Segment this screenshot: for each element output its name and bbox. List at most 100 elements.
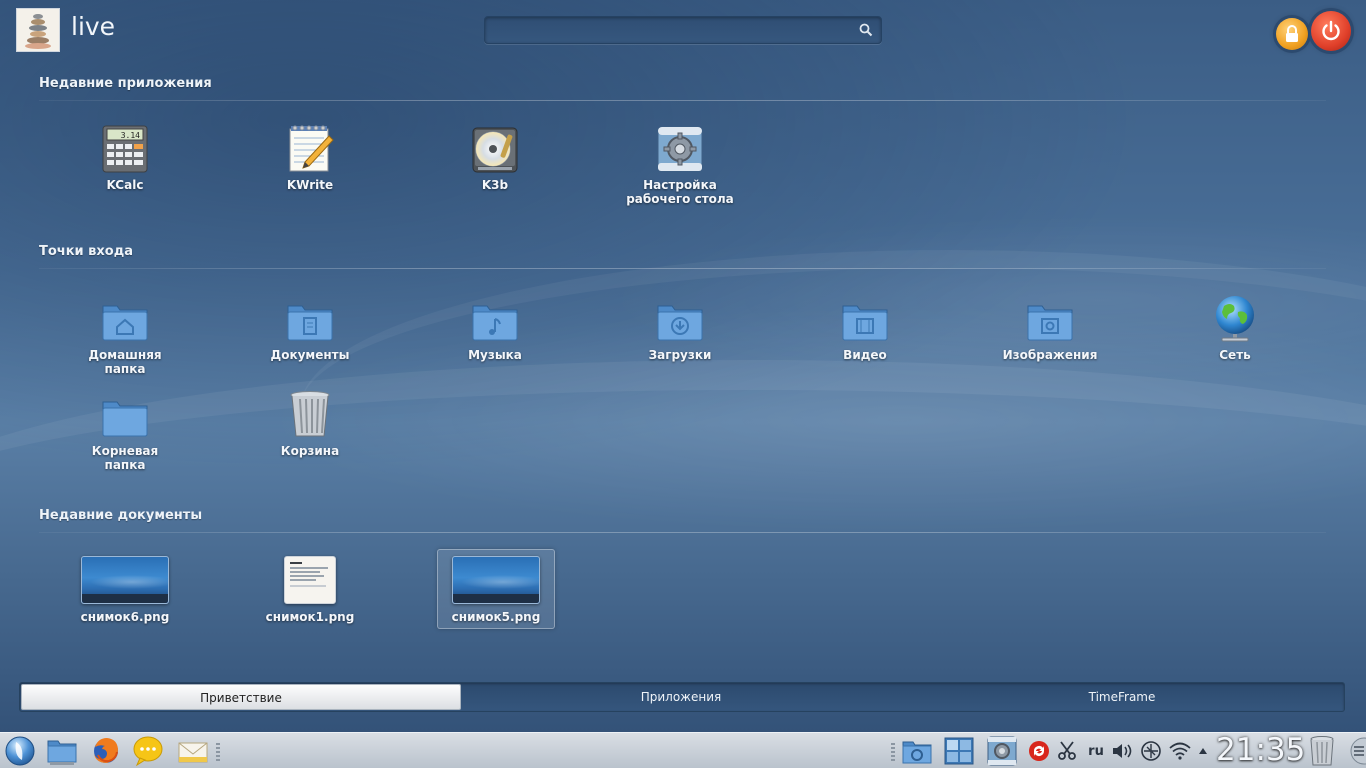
scissors-icon — [1058, 741, 1076, 760]
place-label: Видео — [843, 348, 887, 362]
place-label: Домашняя папка — [88, 348, 162, 376]
panel-grip[interactable] — [891, 743, 895, 761]
place-pictures[interactable]: Изображения — [990, 294, 1110, 362]
notepad-pencil-icon — [289, 125, 334, 172]
update-icon — [1029, 741, 1049, 761]
root-folder-icon — [102, 401, 148, 437]
search-icon[interactable] — [859, 23, 873, 37]
place-root[interactable]: Корневая папка — [65, 390, 185, 472]
place-label: Сеть — [1219, 348, 1251, 362]
trash-icon — [290, 391, 330, 437]
app-label: KCalc — [106, 178, 144, 192]
messenger-taskbar-button[interactable] — [130, 733, 166, 768]
keyboard-layout-indicator: ru — [1088, 743, 1104, 759]
lock-screen-button[interactable] — [1276, 18, 1308, 50]
panel-toolbox-button[interactable] — [1344, 733, 1366, 768]
mail-taskbar-button[interactable] — [175, 733, 211, 768]
speaker-icon — [1113, 744, 1132, 758]
place-music[interactable]: Музыка — [435, 294, 555, 362]
image-thumbnail — [284, 556, 336, 604]
firefox-icon — [94, 738, 118, 763]
documents-folder-icon — [287, 305, 333, 341]
recent-document[interactable]: снимок6.png — [66, 556, 184, 624]
digital-clock[interactable]: 21:35 — [1216, 732, 1305, 768]
document-label: снимок1.png — [265, 610, 355, 624]
place-label: Корневая папка — [91, 444, 159, 472]
place-trash[interactable]: Корзина — [250, 390, 370, 458]
trash-taskbar-button[interactable] — [1306, 733, 1338, 768]
tab-welcome[interactable]: Приветствие — [21, 684, 461, 710]
video-folder-icon — [842, 305, 888, 341]
user-avatar — [16, 8, 60, 52]
place-label: Документы — [270, 348, 350, 362]
place-label: Загрузки — [648, 348, 712, 362]
svg-text:3.14: 3.14 — [121, 131, 140, 140]
kickoff-launcher-button[interactable] — [2, 733, 38, 768]
clipboard-button[interactable] — [1056, 733, 1078, 768]
user-name: live — [71, 12, 116, 41]
firefox-taskbar-button[interactable] — [88, 733, 124, 768]
power-icon — [1322, 20, 1340, 41]
pictures-folder-icon — [1027, 305, 1073, 341]
dolphin-taskbar-button[interactable] — [44, 733, 80, 768]
section-divider — [39, 532, 1326, 533]
section-divider — [39, 100, 1326, 101]
music-folder-icon — [472, 305, 518, 341]
section-title-places: Точки входа — [39, 244, 133, 259]
place-videos[interactable]: Видео — [805, 294, 925, 362]
image-thumbnail — [452, 556, 540, 604]
lock-icon — [1286, 25, 1298, 42]
app-desktop-settings[interactable]: Настройка рабочего стола — [620, 124, 740, 206]
document-label: снимок6.png — [80, 610, 170, 624]
shutdown-button[interactable] — [1311, 11, 1351, 51]
image-thumbnail — [81, 556, 169, 604]
launcher-tabs: Приветствие Приложения TimeFrame — [19, 682, 1345, 712]
camera-folder-icon — [902, 741, 932, 764]
settings-taskbar-button[interactable] — [984, 733, 1020, 768]
file-manager-icon — [47, 740, 77, 765]
section-title-recent-documents: Недавние документы — [39, 508, 203, 523]
panel-menu-icon — [1350, 737, 1366, 765]
app-k3b[interactable]: K3b — [435, 124, 555, 192]
system-settings-icon — [987, 736, 1017, 766]
place-label: Изображения — [1002, 348, 1098, 362]
place-documents[interactable]: Документы — [250, 294, 370, 362]
update-notifier-button[interactable] — [1026, 733, 1052, 768]
downloads-folder-icon — [657, 305, 703, 341]
calculator-icon: 3.14 — [102, 125, 148, 173]
mail-envelope-icon — [178, 742, 208, 763]
volume-button[interactable] — [1110, 733, 1134, 768]
network-connection-icon — [1141, 741, 1161, 761]
search-box[interactable] — [484, 16, 882, 44]
app-label: K3b — [481, 178, 509, 192]
recent-document[interactable]: снимок1.png — [251, 556, 369, 624]
tab-applications[interactable]: Приложения — [461, 684, 901, 710]
section-divider — [39, 268, 1326, 269]
system-tray-expand-button[interactable] — [1196, 733, 1210, 768]
recent-document-selected[interactable]: снимок5.png — [437, 549, 555, 629]
keyboard-layout-button[interactable]: ru — [1084, 733, 1108, 768]
disc-burner-icon — [472, 127, 518, 173]
place-home[interactable]: Домашняя папка — [65, 294, 185, 376]
tab-timeframe[interactable]: TimeFrame — [902, 684, 1342, 710]
section-title-recent-apps: Недавние приложения — [39, 76, 212, 91]
search-input[interactable] — [491, 20, 855, 42]
place-downloads[interactable]: Загрузки — [620, 294, 740, 362]
wifi-button[interactable] — [1167, 733, 1193, 768]
pager-button[interactable] — [941, 733, 977, 768]
virtual-desktops-icon — [944, 737, 974, 765]
place-label: Музыка — [468, 348, 522, 362]
place-network[interactable]: Сеть — [1175, 294, 1295, 362]
home-folder-icon — [102, 305, 148, 341]
system-settings-icon — [657, 126, 703, 172]
chat-bubble-icon — [133, 736, 163, 767]
device-notifier-button[interactable] — [899, 733, 935, 768]
network-wired-button[interactable] — [1138, 733, 1164, 768]
wifi-icon — [1169, 742, 1191, 760]
panel-grip[interactable] — [216, 743, 220, 761]
network-globe-icon — [1216, 296, 1254, 342]
taskbar: ru 21:35 — [0, 732, 1366, 768]
app-kwrite[interactable]: KWrite — [250, 124, 370, 192]
app-label: Настройка рабочего стола — [626, 178, 734, 206]
app-kcalc[interactable]: 3.14 KCalc — [65, 124, 185, 192]
